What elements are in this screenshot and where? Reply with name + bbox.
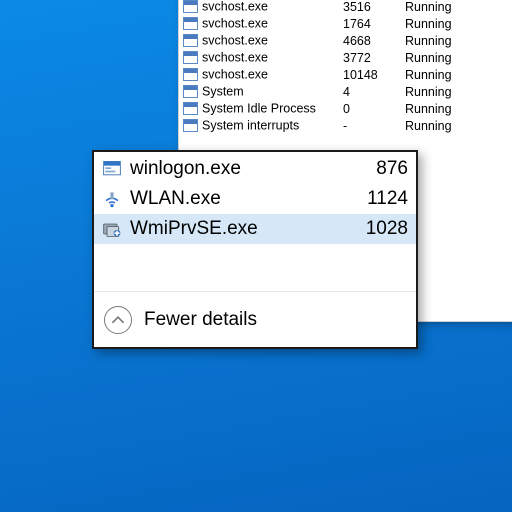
process-pid: 1764 (339, 15, 401, 32)
process-status: Running (401, 117, 512, 134)
table-row[interactable]: svchost.exe 1764Running (179, 15, 512, 32)
table-row[interactable]: svchost.exe 3516Running (179, 0, 512, 15)
process-table[interactable]: svchost.exesvchost.exe3516Runningsvchost… (179, 0, 512, 134)
list-item[interactable]: WmiPrvSE.exe1028 (94, 214, 416, 244)
process-pid: 4 (339, 83, 401, 100)
process-pid: 10148 (339, 66, 401, 83)
process-name: svchost.exe (202, 51, 268, 65)
process-icon (183, 17, 198, 30)
service-icon (100, 218, 124, 240)
wifi-icon (100, 188, 124, 210)
process-pid: - (339, 117, 401, 134)
fewer-details-button[interactable]: Fewer details (104, 306, 257, 334)
process-status: Running (401, 15, 512, 32)
process-icon (183, 119, 198, 132)
process-status: Running (401, 100, 512, 117)
process-pid: 1028 (360, 218, 408, 240)
popup-footer: Fewer details (94, 291, 416, 347)
app-icon (100, 158, 124, 180)
fewer-details-label: Fewer details (144, 309, 257, 331)
process-name: svchost.exe (202, 34, 268, 48)
chevron-up-icon (104, 306, 132, 334)
process-status: Running (401, 66, 512, 83)
list-item[interactable]: winlogon.exe876 (94, 154, 416, 184)
process-name: WLAN.exe (130, 188, 360, 210)
table-row[interactable]: svchost.exe 3772Running (179, 49, 512, 66)
process-status: Running (401, 49, 512, 66)
process-name: System Idle Process (202, 102, 316, 116)
simple-task-manager-popup[interactable]: winlogon.exe876WLAN.exe1124WmiPrvSE.exe1… (92, 150, 418, 349)
process-icon (183, 0, 198, 13)
table-row[interactable]: System interrupts -Running (179, 117, 512, 134)
process-icon (183, 102, 198, 115)
process-pid: 4668 (339, 32, 401, 49)
process-pid: 876 (360, 158, 408, 180)
process-name: winlogon.exe (130, 158, 360, 180)
popup-process-list[interactable]: winlogon.exe876WLAN.exe1124WmiPrvSE.exe1… (94, 152, 416, 244)
table-row[interactable]: System 4Running (179, 83, 512, 100)
process-name: WmiPrvSE.exe (130, 218, 360, 240)
process-pid: 0 (339, 100, 401, 117)
process-pid: 3516 (339, 0, 401, 15)
list-item[interactable]: WLAN.exe1124 (94, 184, 416, 214)
process-name: System interrupts (202, 119, 299, 133)
process-name: System (202, 85, 244, 99)
table-row[interactable]: System Idle Process 0Running (179, 100, 512, 117)
process-pid: 1124 (360, 188, 408, 210)
desktop: svchost.exesvchost.exe3516Runningsvchost… (0, 0, 512, 512)
process-pid: 3772 (339, 49, 401, 66)
process-icon (183, 68, 198, 81)
process-icon (183, 34, 198, 47)
process-status: Running (401, 83, 512, 100)
process-icon (183, 85, 198, 98)
process-name: svchost.exe (202, 17, 268, 31)
table-row[interactable]: svchost.exe 10148Running (179, 66, 512, 83)
process-status: Running (401, 32, 512, 49)
process-name: svchost.exe (202, 0, 268, 14)
process-status: Running (401, 0, 512, 15)
process-icon (183, 51, 198, 64)
table-row[interactable]: svchost.exe 4668Running (179, 32, 512, 49)
process-name: svchost.exe (202, 68, 268, 82)
